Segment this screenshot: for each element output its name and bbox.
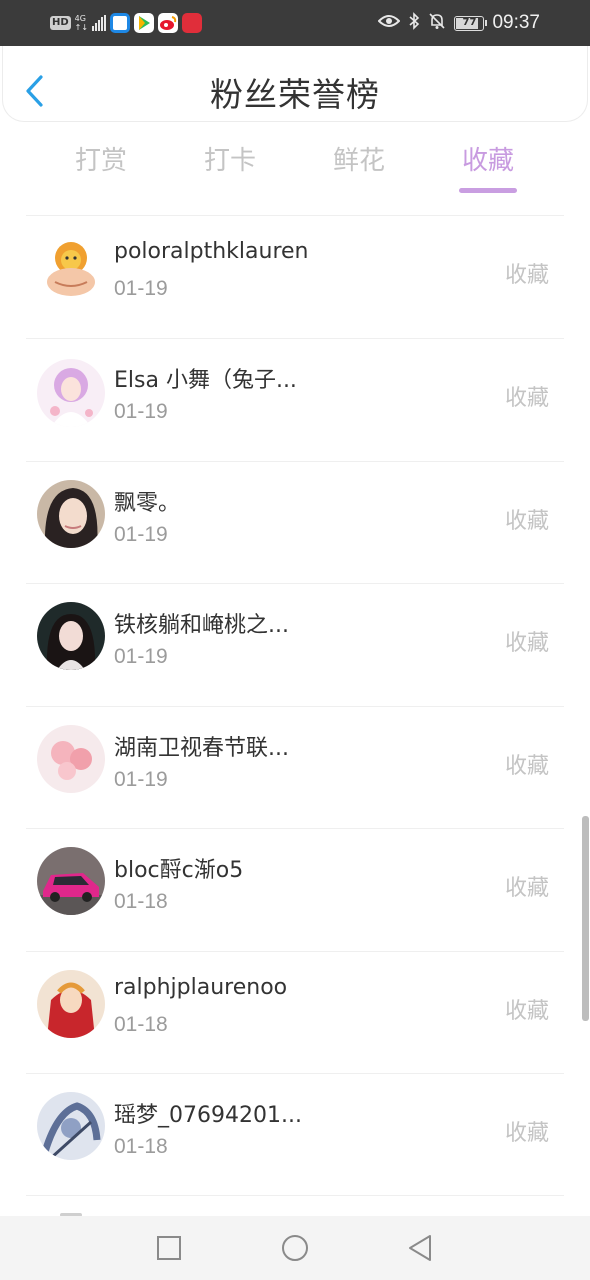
list-item[interactable]: 湖南卫视春节联... 01-19 收藏 <box>0 706 590 828</box>
battery-level: 77 <box>462 16 477 28</box>
pink-balloons-avatar-icon <box>37 725 105 793</box>
scrollbar[interactable] <box>582 816 589 1021</box>
divider <box>26 338 564 339</box>
tab-checkin[interactable]: 打卡 <box>185 140 275 177</box>
divider <box>26 706 564 707</box>
favorite-action[interactable]: 收藏 <box>505 625 549 657</box>
tab-bar: 打赏 打卡 鲜花 收藏 <box>0 140 590 200</box>
list-item-partial <box>0 1195 590 1215</box>
fan-name: bloc酹c渐o5 <box>114 858 244 883</box>
active-tab-indicator <box>459 188 517 193</box>
bluetooth-icon <box>408 12 420 34</box>
status-right-icons: 77 09:37 <box>378 11 540 35</box>
cartoon-lion-avatar-icon <box>37 236 105 304</box>
signal-icon <box>92 15 107 31</box>
back-nav-button[interactable] <box>404 1232 436 1264</box>
fan-date: 01-18 <box>114 1135 168 1158</box>
favorite-action[interactable]: 收藏 <box>505 257 549 289</box>
avatar <box>37 1092 105 1160</box>
app-icon-video <box>134 13 155 33</box>
portrait-photo-avatar-icon <box>37 480 105 548</box>
portrait-photo-avatar-icon <box>37 602 105 670</box>
home-circle-icon <box>282 1235 308 1261</box>
eye-icon <box>378 13 401 33</box>
battery-icon: 77 <box>454 15 488 31</box>
network-arrows-icon: ↑↓ <box>74 23 89 32</box>
avatar <box>37 970 105 1038</box>
home-button[interactable] <box>279 1232 311 1264</box>
divider <box>26 951 564 952</box>
clock: 09:37 <box>492 12 540 33</box>
divider <box>26 215 564 216</box>
favorite-action[interactable]: 收藏 <box>505 993 549 1025</box>
hd-badge: HD <box>50 16 71 30</box>
list-item[interactable]: bloc酹c渐o5 01-18 收藏 <box>0 828 590 950</box>
fan-date: 01-18 <box>114 1013 168 1036</box>
anime-character-avatar-icon <box>37 970 105 1038</box>
list-item[interactable]: 飘零。 01-19 收藏 <box>0 461 590 583</box>
fan-date: 01-18 <box>114 890 168 913</box>
avatar <box>37 359 105 427</box>
tab-favorites[interactable]: 收藏 <box>443 140 533 177</box>
recents-button[interactable] <box>153 1232 185 1264</box>
fan-date: 01-19 <box>114 523 168 546</box>
app-icon-shop <box>182 13 203 33</box>
recents-square-icon <box>157 1236 181 1260</box>
anime-girl-avatar-icon <box>37 359 105 427</box>
divider <box>26 461 564 462</box>
list-item[interactable]: 瑶梦_07694201... 01-18 收藏 <box>0 1073 590 1195</box>
fan-name: 铁核躺和崦桃之... <box>114 613 289 638</box>
list-item[interactable]: Elsa 小舞（兔子... 01-19 收藏 <box>0 338 590 460</box>
avatar <box>37 602 105 670</box>
avatar <box>37 236 105 304</box>
page-header: 粉丝荣誉榜 <box>2 46 588 122</box>
tab-tip[interactable]: 打赏 <box>56 140 146 177</box>
list-item[interactable]: ralphjplaurenoo 01-18 收藏 <box>0 951 590 1073</box>
favorite-action[interactable]: 收藏 <box>505 380 549 412</box>
fan-name: poloralpthklauren <box>114 239 309 264</box>
divider <box>26 828 564 829</box>
divider <box>26 583 564 584</box>
fan-name: 湖南卫视春节联... <box>114 736 289 761</box>
avatar <box>37 725 105 793</box>
network-type-label: 4G <box>74 14 86 23</box>
fan-date: 01-19 <box>114 768 168 791</box>
favorite-action[interactable]: 收藏 <box>505 870 549 902</box>
fan-name: 飘零。 <box>114 491 181 516</box>
network-type: 4G ↑↓ <box>75 14 88 32</box>
status-left-icons: HD 4G ↑↓ <box>50 12 203 34</box>
fan-date: 01-19 <box>114 645 168 668</box>
app-icon-weibo <box>158 13 179 33</box>
back-triangle-icon <box>409 1235 431 1261</box>
favorite-action[interactable]: 收藏 <box>505 748 549 780</box>
pink-car-avatar-icon <box>37 847 105 915</box>
list-item[interactable]: poloralpthklauren 01-19 收藏 <box>0 215 590 337</box>
system-navigation-bar <box>0 1216 590 1280</box>
app-icon-browser <box>110 13 131 33</box>
fan-name: ralphjplaurenoo <box>114 975 288 1000</box>
avatar <box>37 480 105 548</box>
avatar <box>37 847 105 915</box>
tab-flowers[interactable]: 鲜花 <box>314 140 404 177</box>
fan-name: 瑶梦_07694201... <box>114 1103 302 1128</box>
page-title: 粉丝荣誉榜 <box>210 75 380 114</box>
fan-name: Elsa 小舞（兔子... <box>114 368 297 393</box>
fan-date: 01-19 <box>114 277 168 300</box>
bell-off-icon <box>428 12 446 34</box>
list-item[interactable]: 铁核躺和崦桃之... 01-19 收藏 <box>0 583 590 705</box>
favorite-action[interactable]: 收藏 <box>505 1115 549 1147</box>
fan-date: 01-19 <box>114 400 168 423</box>
status-bar: HD 4G ↑↓ 77 09:37 <box>0 0 590 46</box>
divider <box>26 1195 564 1196</box>
blue-sketch-avatar-icon <box>37 1092 105 1160</box>
favorite-action[interactable]: 收藏 <box>505 503 549 535</box>
divider <box>26 1073 564 1074</box>
